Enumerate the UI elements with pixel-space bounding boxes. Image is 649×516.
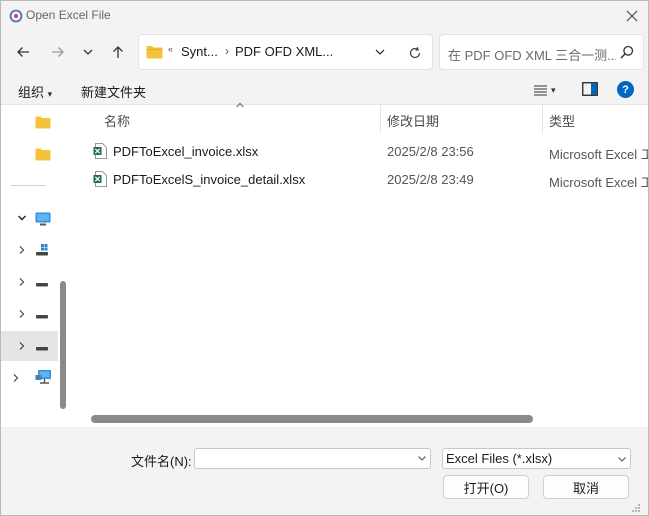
chevron-down-icon [83,49,93,55]
organize-menu[interactable]: 组织 ▾ [18,82,52,101]
arrow-right-icon [52,47,64,57]
expand-toggle[interactable] [15,307,29,321]
recent-locations-button[interactable] [75,39,101,65]
nav-item-drive[interactable] [1,267,58,297]
expand-toggle[interactable] [15,275,29,289]
app-icon [9,9,23,23]
open-file-dialog: Open Excel File « Synt... › PDF OFD XML.… [0,0,649,516]
nav-item-folder[interactable] [1,107,58,137]
column-header-date[interactable]: 修改日期 [387,105,541,131]
horizontal-scrollbar-thumb[interactable] [91,415,533,423]
windows-drive-icon [36,244,48,256]
view-options-button[interactable]: ▾ [534,81,564,99]
arrow-up-icon [113,46,123,58]
expand-toggle[interactable] [15,339,29,353]
up-button[interactable] [105,39,131,65]
address-bar[interactable]: « Synt... › PDF OFD XML... [138,34,433,70]
command-toolbar: 组织 ▾ 新建文件夹 ▾ ? [1,73,648,105]
breadcrumb-item[interactable]: PDF OFD XML... [235,44,333,59]
chevron-down-icon[interactable] [417,453,427,463]
chevron-down-icon [618,457,626,462]
drive-icon [36,347,48,351]
column-divider[interactable] [380,105,381,133]
dialog-footer: 文件名(N): Excel Files (*.xlsx) 打开(O) 取消 [1,427,648,515]
search-input[interactable]: 在 PDF OFD XML 三合一测... [448,45,616,64]
folder-icon [35,116,51,129]
search-icon [620,45,634,59]
network-icon [35,370,51,384]
chevron-right-icon [19,278,25,286]
filename-label: 文件名(N): [131,454,192,469]
file-type-filter[interactable]: Excel Files (*.xlsx) [442,448,631,469]
nav-item-folder[interactable] [1,139,58,169]
refresh-button[interactable] [406,44,424,62]
file-row[interactable]: PDFToExcelS_invoice_detail.xlsx 2025/2/8… [85,165,648,193]
column-header-type[interactable]: 类型 [549,105,648,131]
address-overflow[interactable]: « [168,44,173,54]
open-button[interactable]: 打开(O) [443,475,529,499]
search-box[interactable]: 在 PDF OFD XML 三合一测... [439,34,644,70]
nav-divider [11,185,46,186]
chevron-right-icon [19,342,25,350]
expand-toggle[interactable] [15,243,29,257]
breadcrumb-item[interactable]: Synt... [181,44,218,59]
close-button[interactable] [617,4,647,28]
window-title: Open Excel File [26,8,111,22]
help-button[interactable]: ? [617,81,634,98]
cancel-button[interactable]: 取消 [543,475,629,499]
file-type: Microsoft Excel 工 [549,175,648,190]
refresh-icon [409,46,421,59]
forward-button[interactable] [45,39,71,65]
filename-input[interactable] [194,448,431,469]
content-area: 名称 修改日期 类型 PDFToExcel_invoice.xlsx 2025/… [1,102,648,427]
close-icon [626,10,638,22]
computer-icon [35,212,51,226]
file-name: PDFToExcelS_invoice_detail.xlsx [113,172,306,187]
column-divider[interactable] [542,105,543,133]
new-folder-button[interactable]: 新建文件夹 [81,82,146,101]
nav-scrollbar-thumb[interactable] [60,281,66,409]
chevron-down-icon [375,49,385,55]
folder-icon [146,46,163,59]
chevron-down-icon: ▾ [551,84,556,95]
details-view-icon [534,84,547,96]
resize-grip-icon[interactable] [629,501,641,513]
expand-toggle[interactable] [15,211,29,225]
expand-toggle[interactable] [9,371,23,385]
file-type-filter-value: Excel Files (*.xlsx) [446,451,553,466]
file-list: 名称 修改日期 类型 PDFToExcel_invoice.xlsx 2025/… [73,102,648,427]
organize-label: 组织 [18,85,45,100]
file-date: 2025/2/8 23:56 [387,144,474,159]
excel-file-icon [93,171,107,187]
file-date: 2025/2/8 23:49 [387,172,474,187]
drive-icon [36,315,48,319]
chevron-right-icon [13,374,19,382]
file-type: Microsoft Excel 工 [549,147,648,162]
nav-item-drive[interactable] [1,299,58,329]
file-row[interactable]: PDFToExcel_invoice.xlsx 2025/2/8 23:56 M… [85,137,648,165]
address-history-button[interactable] [372,44,388,60]
nav-item-drive-selected[interactable] [1,331,58,361]
back-button[interactable] [10,39,36,65]
chevron-down-icon: ▾ [47,89,53,99]
folder-icon [35,148,51,161]
excel-file-icon [93,143,107,159]
breadcrumb-separator[interactable]: › [225,44,229,58]
preview-pane-icon[interactable] [582,82,598,96]
nav-item-drive[interactable] [1,235,58,265]
arrow-left-icon [17,47,29,57]
nav-item-network[interactable] [1,363,58,393]
title-bar: Open Excel File [1,1,648,31]
chevron-right-icon [19,310,25,318]
chevron-down-icon [18,215,26,221]
column-header-name[interactable]: 名称 [104,105,380,131]
nav-item-this-pc[interactable] [1,203,58,233]
file-name: PDFToExcel_invoice.xlsx [113,144,259,159]
navigation-pane [1,105,68,427]
drive-icon [36,283,48,287]
chevron-right-icon [19,246,25,254]
navigation-bar: « Synt... › PDF OFD XML... 在 PDF OFD XML… [1,31,648,73]
